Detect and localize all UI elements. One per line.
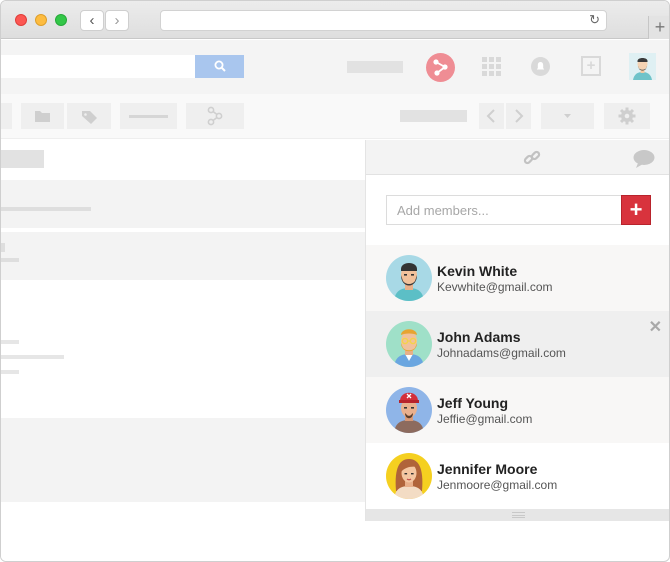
add-item-icon[interactable]: + (581, 56, 601, 76)
chevron-left-icon (486, 109, 495, 123)
placeholder-bar (347, 61, 403, 73)
chat-icon (633, 150, 654, 168)
tag-icon (82, 111, 97, 124)
placeholder-bar (1, 150, 44, 168)
app-toolbar (1, 94, 669, 139)
chevron-right-icon: › (114, 12, 120, 29)
member-email: Jeffie@gmail.com (437, 412, 533, 426)
search-button[interactable] (195, 55, 244, 78)
panel-tabs: 4 (366, 140, 669, 281)
user-avatar[interactable] (629, 53, 656, 80)
browser-titlebar: ‹ › ↻ + (1, 1, 669, 39)
folder-icon (35, 111, 50, 122)
remove-member-icon[interactable]: ✕ (649, 317, 662, 337)
dropdown-button[interactable] (541, 103, 594, 129)
toolbar-placeholder-button[interactable] (120, 103, 177, 129)
avatar (386, 387, 432, 433)
zoom-window-button[interactable] (55, 14, 67, 26)
close-window-button[interactable] (15, 14, 27, 26)
member-email: Kevwhite@gmail.com (437, 280, 553, 294)
tab-chat[interactable] (615, 140, 669, 175)
chevron-left-icon: ‹ (89, 12, 95, 29)
add-member-button[interactable]: + (621, 195, 651, 225)
prev-page-button[interactable] (479, 103, 504, 129)
member-email: Jenmoore@gmail.com (437, 478, 558, 492)
placeholder-bar (400, 110, 467, 122)
chevron-right-icon (515, 109, 524, 123)
share-button[interactable] (426, 53, 455, 82)
share-toolbar-button[interactable] (186, 103, 244, 129)
settings-button[interactable] (604, 103, 650, 129)
member-row[interactable]: Jennifer Moore Jenmoore@gmail.com (366, 443, 669, 509)
member-row[interactable]: Jeff Young Jeffie@gmail.com (366, 377, 669, 443)
apps-grid-icon[interactable] (482, 57, 501, 76)
list-area (1, 140, 365, 561)
forward-button[interactable]: › (105, 10, 129, 31)
notifications-icon[interactable] (531, 57, 550, 76)
member-name: Jennifer Moore (437, 461, 538, 477)
new-tab-button[interactable]: + (648, 16, 669, 39)
bell-icon (536, 62, 545, 70)
add-members-input[interactable] (386, 195, 621, 225)
minimize-window-button[interactable] (35, 14, 47, 26)
gear-icon (618, 107, 636, 125)
search-icon (214, 60, 226, 72)
app-header: + (1, 40, 669, 94)
member-email: Johnadams@gmail.com (437, 346, 566, 360)
panel-resize-handle[interactable] (366, 509, 669, 521)
add-members-row: + (386, 195, 651, 225)
browser-window: ‹ › ↻ + + Add members... + Kevin White K… (0, 0, 670, 562)
caret-down-icon (564, 114, 571, 118)
member-row[interactable]: John Adams Johnadams@gmail.com ✕ (366, 311, 669, 377)
toolbar-button[interactable] (1, 103, 12, 129)
list-item[interactable] (1, 180, 365, 228)
reload-icon[interactable]: ↻ (589, 12, 600, 28)
member-row[interactable]: Kevin White Kevwhite@gmail.com (366, 245, 669, 311)
avatar (386, 321, 432, 367)
tag-button[interactable] (67, 103, 111, 129)
next-page-button[interactable] (506, 103, 531, 129)
list-item[interactable] (1, 284, 365, 404)
address-bar[interactable]: ↻ (160, 10, 607, 31)
search-input[interactable] (1, 55, 195, 78)
members-panel: 4 + (365, 140, 669, 521)
drag-handle-icon (512, 512, 525, 518)
member-name: John Adams (437, 329, 521, 345)
list-item[interactable] (1, 418, 365, 502)
link-icon (523, 150, 541, 165)
avatar (386, 255, 432, 301)
folder-button[interactable] (21, 103, 64, 129)
avatar (386, 453, 432, 499)
share-icon (207, 106, 223, 126)
list-item[interactable] (1, 232, 365, 280)
share-icon (433, 59, 448, 76)
tab-links[interactable] (506, 140, 558, 175)
member-name: Kevin White (437, 263, 518, 279)
member-name: Jeff Young (437, 395, 509, 411)
back-button[interactable]: ‹ (80, 10, 104, 31)
plus-icon: + (654, 17, 666, 37)
